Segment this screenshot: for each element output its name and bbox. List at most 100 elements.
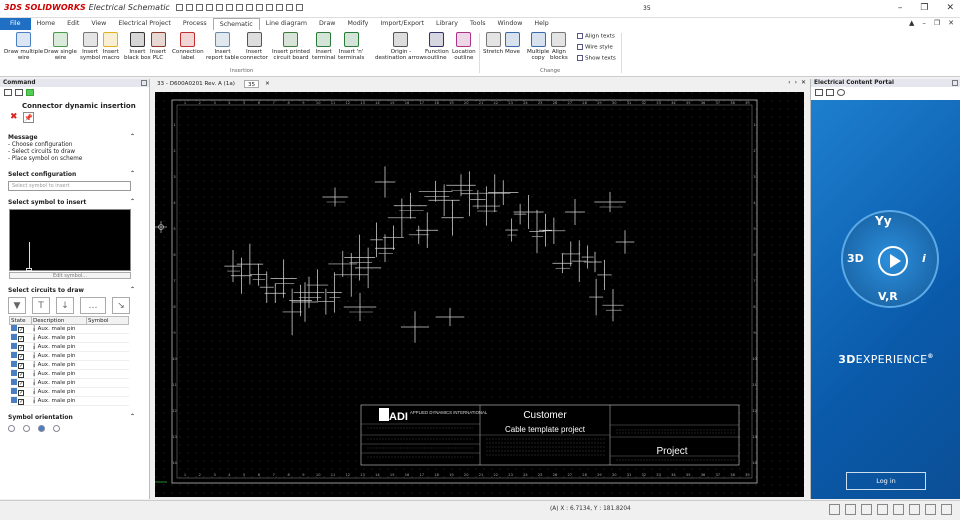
drawing-canvas[interactable]: 1 2 3 4 5 6 7 8 9 10 11 12 13 14 15 16 17 18 19 20 21 22 23 24 2… <box>155 92 804 497</box>
orientation-radio[interactable] <box>23 425 30 432</box>
state-cell[interactable]: ✓ <box>9 324 32 334</box>
table-row[interactable]: ✓ ╽ Aux. male pin <box>9 369 129 379</box>
menu-window[interactable]: Window <box>492 18 529 30</box>
layout-icon[interactable] <box>909 504 920 515</box>
menu-line-diagram[interactable]: Line diagram <box>260 18 313 30</box>
prev-doc-icon[interactable]: ‹ <box>788 79 790 86</box>
collapse-chevron-icon[interactable]: ⌃ <box>130 133 135 140</box>
row-checkbox[interactable]: ✓ <box>18 399 25 405</box>
menu-electrical-project[interactable]: Electrical Project <box>112 18 177 30</box>
snap-toggle-icon[interactable] <box>845 504 856 515</box>
table-row[interactable]: ✓ ╽ Aux. male pin <box>9 360 129 370</box>
table-row[interactable]: ✓ ╽ Aux. male pin <box>9 351 129 361</box>
close-docs-icon[interactable]: ✕ <box>801 79 806 86</box>
home-icon[interactable] <box>815 89 823 96</box>
stretch-button[interactable]: Stretch <box>483 32 503 55</box>
pcb-button[interactable]: Insert printed circuit board <box>272 32 310 62</box>
3dexperience-compass[interactable]: Yy 3D i V,R <box>841 210 939 308</box>
column-header-state[interactable]: State <box>9 316 32 325</box>
menu-import-export[interactable]: Import/Export <box>374 18 430 30</box>
orientation-radio[interactable] <box>38 425 45 432</box>
zoom-icon[interactable] <box>256 4 263 11</box>
row-checkbox[interactable]: ✓ <box>18 390 25 396</box>
collapse-icon[interactable]: ▲ <box>909 19 914 27</box>
pushpin-icon[interactable]: 📌 <box>23 112 34 123</box>
play-icon[interactable] <box>878 246 908 276</box>
multiple-copy-button[interactable]: Multiple copy <box>527 32 549 62</box>
state-cell[interactable]: ✓ <box>9 351 32 361</box>
column-header-symbol[interactable]: Symbol <box>86 316 129 325</box>
compass-top-icon[interactable]: Yy <box>875 214 892 228</box>
restore-doc-icon[interactable]: ❐ <box>934 19 940 27</box>
copy-icon[interactable] <box>236 4 243 11</box>
menu-view[interactable]: View <box>85 18 112 30</box>
menu-process[interactable]: Process <box>177 18 213 30</box>
login-button[interactable]: Log in <box>846 472 926 490</box>
globe-icon[interactable] <box>837 89 845 96</box>
draw-tool-icon[interactable]: ↘ <box>112 297 130 314</box>
menu-tools[interactable]: Tools <box>464 18 492 30</box>
table-row[interactable]: ✓ ╽ Aux. male pin <box>9 342 129 352</box>
show-texts-button[interactable]: Show texts <box>577 55 616 62</box>
config-section-header[interactable]: Select configuration ⌃ <box>0 167 149 179</box>
settings-icon[interactable] <box>941 504 952 515</box>
report-table-button[interactable]: Insert report table <box>206 32 239 62</box>
macro-star-button[interactable]: Insert macro <box>102 32 120 62</box>
table-row[interactable]: ✓ ╽ Aux. male pin <box>9 324 129 334</box>
row-checkbox[interactable]: ✓ <box>18 363 25 369</box>
menu-library[interactable]: Library <box>430 18 464 30</box>
run-icon[interactable] <box>26 89 34 96</box>
column-header-description[interactable]: Description <box>31 316 87 325</box>
orientation-radio[interactable] <box>8 425 15 432</box>
schematic-drawing[interactable]: 1 2 3 4 5 6 7 8 9 10 11 12 13 14 15 16 17 18 19 20 21 22 23 24 2… <box>155 92 804 497</box>
cancel-icon[interactable]: ✖ <box>10 112 18 122</box>
state-cell[interactable]: ✓ <box>9 333 32 343</box>
compass-i[interactable]: i <box>922 252 926 265</box>
terminal-button[interactable]: Insert terminal <box>312 32 335 62</box>
doc-tab-d600[interactable]: 33 - D600A0201 Rev. A (1a) <box>154 80 238 88</box>
list-icon[interactable] <box>826 89 834 96</box>
select-icon[interactable] <box>286 4 293 11</box>
filter-icon[interactable]: ▼ <box>8 297 26 314</box>
connection-label-button[interactable]: Connection label <box>172 32 204 62</box>
menu-help[interactable]: Help <box>528 18 554 30</box>
close-tab-icon[interactable]: ✕ <box>265 81 270 87</box>
collapse-chevron-icon[interactable]: ⌃ <box>130 198 135 205</box>
symbol-section-header[interactable]: Select symbol to insert ⌃ <box>0 195 149 207</box>
next-doc-icon[interactable]: › <box>795 79 797 86</box>
state-cell[interactable]: ✓ <box>9 396 32 406</box>
connector-button[interactable]: Insert connector <box>240 32 268 62</box>
table-row[interactable]: ✓ ╽ Aux. male pin <box>9 396 129 406</box>
display-icon[interactable] <box>925 504 936 515</box>
save-icon[interactable] <box>186 4 193 11</box>
multi-wire-button[interactable]: Draw multiple wire <box>4 32 43 62</box>
grid-toggle-icon[interactable] <box>829 504 840 515</box>
row-checkbox[interactable]: ✓ <box>18 336 25 342</box>
redo-icon[interactable] <box>216 4 223 11</box>
edit-symbol-button[interactable]: Edit symbol... <box>9 272 131 279</box>
message-section-header[interactable]: Message ⌃ <box>0 130 149 142</box>
configuration-select[interactable]: Select symbol to insert <box>8 181 131 191</box>
minimize-icon[interactable]: – <box>898 3 903 13</box>
cut-icon[interactable] <box>226 4 233 11</box>
close-doc-icon[interactable]: ✕ <box>948 19 954 27</box>
minimize-doc-icon[interactable]: – <box>922 19 926 27</box>
select-mode-icon[interactable] <box>877 504 888 515</box>
row-checkbox[interactable]: ✓ <box>18 381 25 387</box>
single-wire-button[interactable]: Draw single wire <box>44 32 77 62</box>
text-icon[interactable]: T <box>32 297 50 314</box>
plc-button[interactable]: Insert PLC <box>150 32 166 62</box>
print-icon[interactable] <box>196 4 203 11</box>
collapse-chevron-icon[interactable]: ⌃ <box>130 413 135 420</box>
panel-pin-icon[interactable] <box>141 80 147 86</box>
table-row[interactable]: ✓ ╽ Aux. male pin <box>9 333 129 343</box>
ortho-toggle-icon[interactable] <box>861 504 872 515</box>
undo-icon[interactable] <box>206 4 213 11</box>
collapse-chevron-icon[interactable]: ⌃ <box>130 170 135 177</box>
menu-home[interactable]: Home <box>31 18 62 30</box>
compass-3d[interactable]: 3D <box>847 252 864 265</box>
state-cell[interactable]: ✓ <box>9 369 32 379</box>
function-outline-button[interactable]: Function outline <box>425 32 449 62</box>
state-cell[interactable]: ✓ <box>9 360 32 370</box>
menu-draw[interactable]: Draw <box>313 18 341 30</box>
